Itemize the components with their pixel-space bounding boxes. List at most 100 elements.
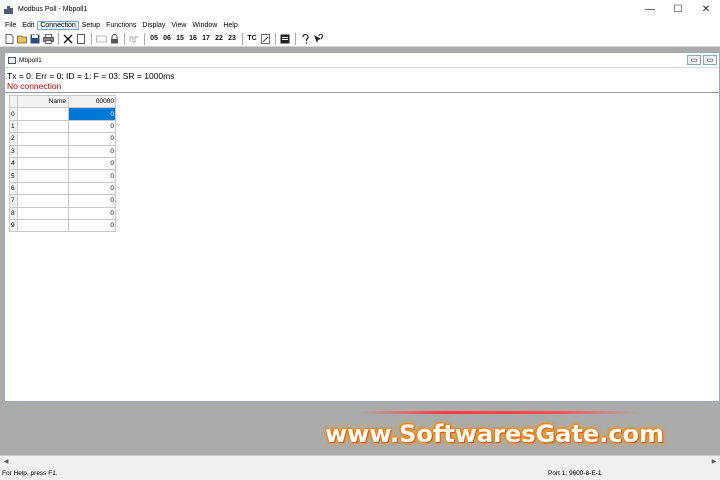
name-cell[interactable]	[17, 218, 69, 233]
column-header-address[interactable]: 00000	[68, 94, 116, 109]
name-cell[interactable]	[17, 194, 69, 208]
value-cell[interactable]: 0	[68, 169, 116, 183]
read-write-icon[interactable]	[95, 33, 107, 45]
child-restore-button[interactable]: ▭	[687, 55, 701, 65]
name-cell[interactable]	[17, 144, 69, 158]
horizontal-scrollbar[interactable]: ◀ ▶	[0, 455, 720, 467]
print-icon[interactable]	[42, 33, 54, 45]
menu-connection[interactable]: Connection	[37, 20, 79, 30]
watermark-text: www.SoftwaresGate.com	[325, 420, 665, 448]
value-cell[interactable]: 0	[68, 132, 116, 146]
table-row: 1 0	[9, 119, 116, 134]
comm-status-line: Tx = 0: Err = 0: ID = 1: F = 03: SR = 10…	[7, 71, 175, 81]
value-cell-selected[interactable]: 0	[68, 107, 116, 121]
table-header-row: Name 00000	[9, 94, 116, 109]
table-row: 9 0	[9, 218, 116, 233]
row-index: 5	[9, 169, 18, 183]
register-table: Name 00000 0 0 1 0 2 0 3 0 4 0 5 0 6 0 7…	[9, 94, 116, 233]
window-title: Modbus Poll - Mbpoll1	[18, 6, 88, 13]
edit-icon[interactable]	[259, 33, 271, 45]
minimize-button[interactable]: —	[636, 0, 664, 19]
table-row: 0 0	[9, 107, 116, 121]
name-cell[interactable]	[17, 156, 69, 171]
lock-icon[interactable]	[108, 33, 120, 45]
save-icon[interactable]	[29, 33, 41, 45]
corner-cell	[9, 94, 18, 109]
app-icon	[4, 5, 14, 15]
context-help-icon[interactable]	[312, 33, 324, 45]
function-23-button[interactable]: 23	[226, 33, 238, 45]
name-cell[interactable]	[17, 119, 69, 134]
row-index: 6	[9, 181, 18, 196]
disconnect-icon[interactable]	[62, 33, 74, 45]
scroll-left-icon[interactable]: ◀	[0, 456, 12, 468]
name-cell[interactable]	[17, 181, 69, 196]
table-row: 6 0	[9, 181, 116, 196]
help-question-icon[interactable]	[299, 33, 311, 45]
value-cell[interactable]: 0	[68, 194, 116, 208]
menu-bar: File Edit Connection Setup Functions Dis…	[0, 19, 720, 31]
child-window-mbpoll1[interactable]: Mbpoll1 ▭ ▭ Tx = 0: Err = 0: ID = 1: F =…	[4, 52, 720, 402]
port-settings: Port 1: 9600-8-E-1	[548, 470, 602, 477]
window-icon[interactable]	[279, 33, 291, 45]
menu-help[interactable]: Help	[220, 22, 240, 29]
name-cell[interactable]	[17, 107, 69, 121]
row-index: 2	[9, 132, 18, 146]
watermark-stripe-top	[360, 411, 640, 414]
name-cell[interactable]	[17, 132, 69, 146]
child-window-icon	[8, 56, 16, 64]
table-row: 7 0	[9, 194, 116, 208]
table-row: 8 0	[9, 206, 116, 220]
status-bar: For Help, press F1. Port 1: 9600-8-E-1	[0, 467, 720, 480]
value-cell[interactable]: 0	[68, 181, 116, 196]
open-folder-icon[interactable]	[16, 33, 28, 45]
menu-file[interactable]: File	[2, 22, 19, 29]
table-row: 5 0	[9, 169, 116, 183]
scroll-right-icon[interactable]: ▶	[708, 456, 720, 468]
value-cell[interactable]: 0	[68, 144, 116, 158]
function-22-button[interactable]: 22	[213, 33, 225, 45]
menu-functions[interactable]: Functions	[103, 22, 139, 29]
value-cell[interactable]: 0	[68, 119, 116, 134]
row-index: 8	[9, 206, 18, 220]
menu-setup[interactable]: Setup	[79, 22, 103, 29]
row-index: 3	[9, 144, 18, 158]
menu-edit[interactable]: Edit	[19, 22, 37, 29]
title-bar: Modbus Poll - Mbpoll1 — ☐ ✕	[0, 0, 720, 19]
table-row: 3 0	[9, 144, 116, 158]
name-cell[interactable]	[17, 169, 69, 183]
name-cell[interactable]	[17, 206, 69, 220]
pulse-icon[interactable]	[128, 33, 140, 45]
maximize-button[interactable]: ☐	[664, 0, 692, 19]
mdi-workspace: Mbpoll1 ▭ ▭ Tx = 0: Err = 0: ID = 1: F =…	[0, 47, 720, 467]
function-16-button[interactable]: 16	[187, 33, 199, 45]
help-hint: For Help, press F1.	[2, 470, 58, 477]
close-button[interactable]: ✕	[692, 0, 720, 19]
value-cell[interactable]: 0	[68, 156, 116, 171]
menu-window[interactable]: Window	[189, 22, 220, 29]
row-index: 4	[9, 156, 18, 171]
function-15-button[interactable]: 15	[174, 33, 186, 45]
row-index: 7	[9, 194, 18, 208]
row-index: 1	[9, 119, 18, 134]
document-icon[interactable]	[75, 33, 87, 45]
function-05-button[interactable]: 05	[148, 33, 160, 45]
column-header-name[interactable]: Name	[17, 94, 69, 109]
toolbar: 05 06 15 16 17 22 23 TC	[0, 31, 720, 47]
value-cell[interactable]: 0	[68, 218, 116, 233]
function-17-button[interactable]: 17	[200, 33, 212, 45]
menu-view[interactable]: View	[168, 22, 189, 29]
connection-status: No connection	[7, 81, 62, 91]
divider	[5, 92, 719, 93]
child-window-title: Mbpoll1	[19, 56, 42, 64]
table-row: 4 0	[9, 156, 116, 171]
scroll-track[interactable]	[12, 458, 708, 466]
child-title-bar: Mbpoll1	[5, 53, 719, 68]
value-cell[interactable]: 0	[68, 206, 116, 220]
menu-display[interactable]: Display	[139, 22, 168, 29]
child-minimize-button[interactable]: ▭	[703, 55, 717, 65]
function-06-button[interactable]: 06	[161, 33, 173, 45]
new-file-icon[interactable]	[3, 33, 15, 45]
table-row: 2 0	[9, 132, 116, 146]
tc-button[interactable]: TC	[246, 33, 258, 45]
